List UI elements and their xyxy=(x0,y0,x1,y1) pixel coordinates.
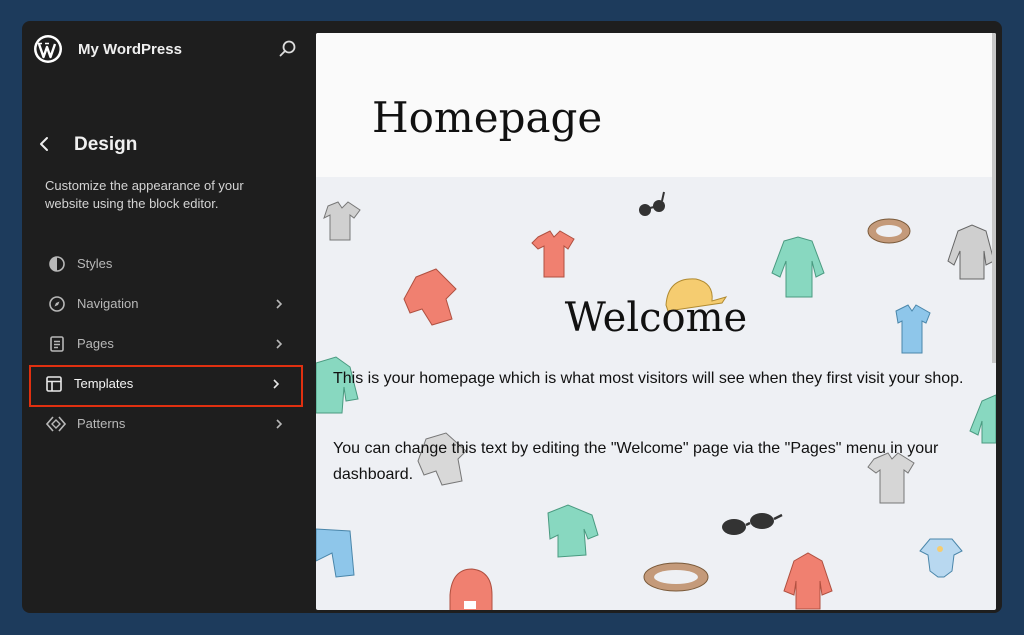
compass-icon xyxy=(49,296,65,312)
editor-canvas[interactable]: Homepage Welcome This is your homepage w… xyxy=(316,33,996,610)
sidebar-item-navigation[interactable]: Navigation xyxy=(32,285,302,323)
sidebar-item-label: Patterns xyxy=(77,416,126,431)
site-editor-window: My WordPress Design Customize the appear… xyxy=(22,21,1002,613)
back-chevron-icon[interactable] xyxy=(36,133,54,155)
page-header: Homepage xyxy=(316,33,996,177)
beanie-icon xyxy=(449,568,493,610)
chevron-right-icon xyxy=(273,379,280,389)
sidebar: My WordPress Design Customize the appear… xyxy=(22,21,316,613)
welcome-paragraph: This is your homepage which is what most… xyxy=(333,370,964,387)
sidebar-item-label: Navigation xyxy=(77,296,139,311)
sunglasses-icon xyxy=(722,513,783,535)
sidebar-item-templates[interactable]: Templates xyxy=(29,365,303,407)
chevron-right-icon xyxy=(276,339,283,349)
layout-icon xyxy=(46,376,62,392)
diamond-icon xyxy=(46,416,66,432)
tshirt-icon xyxy=(323,201,361,241)
sunglasses-icon xyxy=(639,191,665,216)
sidebar-item-label: Templates xyxy=(74,376,134,391)
page-title: Homepage xyxy=(372,93,603,142)
hoodie-icon xyxy=(783,552,833,610)
section-title: Design xyxy=(74,134,138,155)
site-header: My WordPress xyxy=(22,21,316,77)
sidebar-item-label: Styles xyxy=(77,256,113,271)
site-title[interactable]: My WordPress xyxy=(78,41,182,58)
sidebar-item-pages[interactable]: Pages xyxy=(32,325,302,363)
jacket-icon xyxy=(547,504,599,558)
chevron-right-icon xyxy=(276,299,283,309)
sweater-icon xyxy=(771,236,825,298)
wordpress-logo-icon[interactable] xyxy=(33,34,63,64)
belt-icon xyxy=(643,562,709,592)
sidebar-item-label: Pages xyxy=(77,336,114,351)
half-circle-icon xyxy=(49,256,65,272)
welcome-paragraph: You can change this text by editing the … xyxy=(333,440,939,483)
jacket-icon xyxy=(947,224,995,280)
canvas-scrollbar[interactable] xyxy=(992,33,996,363)
shorts-icon xyxy=(316,528,355,578)
chevron-right-icon xyxy=(276,419,283,429)
sidebar-item-styles[interactable]: Styles xyxy=(32,245,302,283)
page-icon xyxy=(50,336,64,352)
welcome-heading: Welcome xyxy=(564,295,748,341)
belt-icon xyxy=(867,218,911,244)
search-icon[interactable] xyxy=(278,39,298,59)
section-description: Customize the appearance of your website… xyxy=(45,178,244,211)
sidebar-item-patterns[interactable]: Patterns xyxy=(32,405,302,443)
baby-onesie-icon xyxy=(919,538,963,578)
tshirt-icon xyxy=(531,230,575,278)
